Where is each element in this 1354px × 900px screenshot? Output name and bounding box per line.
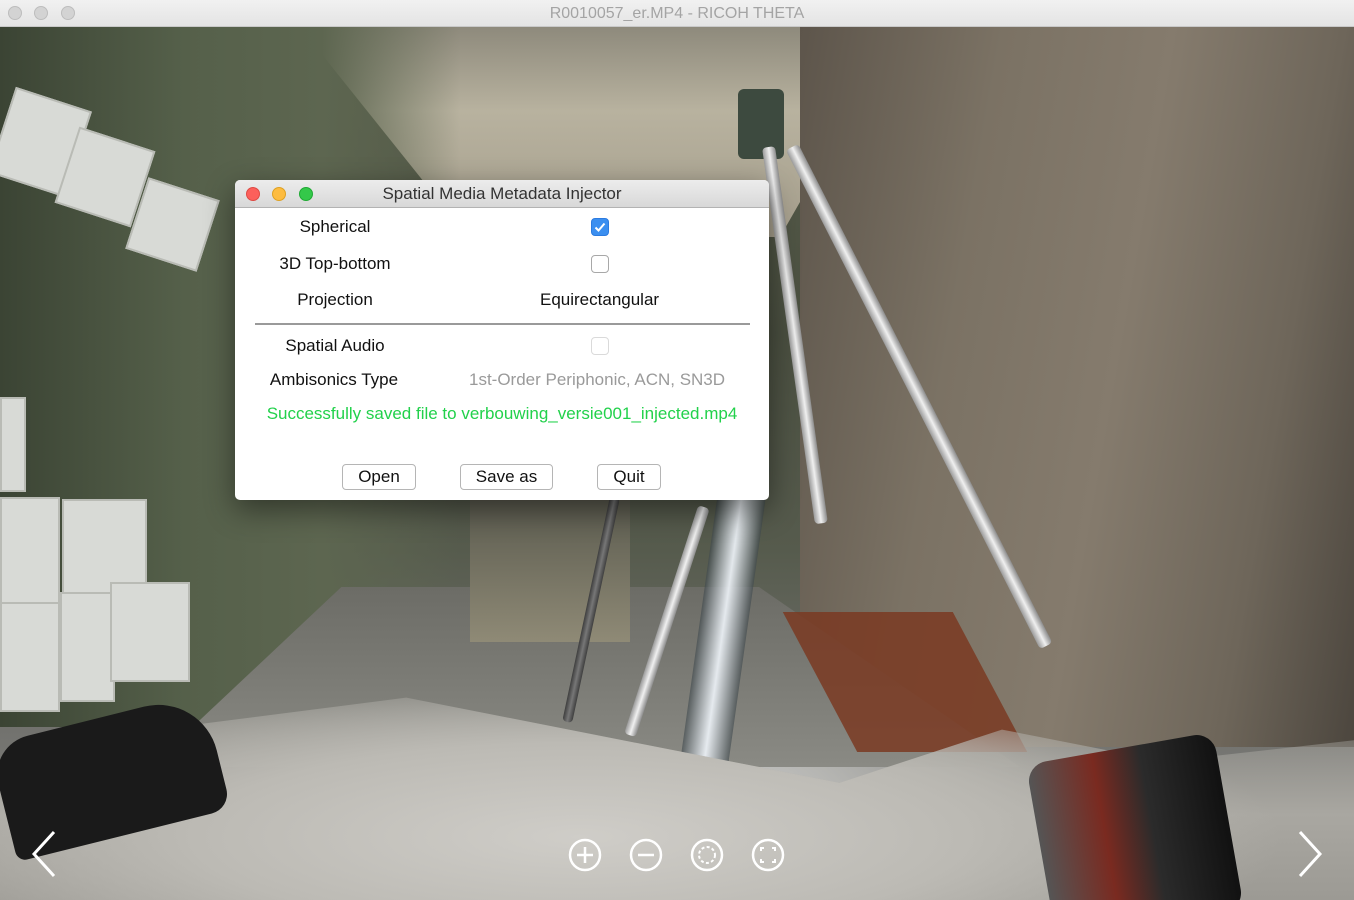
main-titlebar: R0010057_er.MP4 - RICOH THETA <box>0 0 1354 27</box>
spatial-audio-checkbox[interactable] <box>591 337 609 355</box>
main-window-title: R0010057_er.MP4 - RICOH THETA <box>549 5 805 22</box>
wall-tile <box>0 397 26 492</box>
status-message: Successfully saved file to verbouwing_ve… <box>266 404 738 423</box>
spatial-audio-label: Spatial Audio <box>285 336 385 355</box>
top-bottom-checkbox[interactable] <box>591 255 609 273</box>
dialog-titlebar: Spatial Media Metadata Injector <box>235 180 769 208</box>
projection-value: Equirectangular <box>540 290 660 309</box>
wall-tile <box>0 497 60 607</box>
dialog-title: Spatial Media Metadata Injector <box>382 184 622 203</box>
zoom-in-icon[interactable] <box>568 838 602 872</box>
spherical-checkbox[interactable] <box>591 218 609 236</box>
fullscreen-icon[interactable] <box>751 838 785 872</box>
zoom-out-icon[interactable] <box>629 838 663 872</box>
next-arrow-icon[interactable] <box>1292 828 1326 880</box>
quit-button[interactable]: Quit <box>597 464 661 490</box>
checkmark-icon <box>594 222 606 232</box>
spherical-label: Spherical <box>299 217 371 236</box>
wall-tile <box>110 582 190 682</box>
view-mode-icon[interactable] <box>690 838 724 872</box>
tripod-head <box>738 89 784 159</box>
open-button[interactable]: Open <box>342 464 416 490</box>
wall-tile <box>0 602 60 712</box>
save-as-button[interactable]: Save as <box>460 464 553 490</box>
section-divider <box>255 323 750 325</box>
metadata-injector-dialog: Spatial Media Metadata Injector Spherica… <box>235 180 769 500</box>
ambisonics-type-label: Ambisonics Type <box>269 370 399 389</box>
wall-tile <box>60 592 115 702</box>
projection-label: Projection <box>297 290 373 309</box>
ambisonics-type-value: 1st-Order Periphonic, ACN, SN3D <box>469 370 726 389</box>
top-bottom-label: 3D Top-bottom <box>279 254 391 273</box>
previous-arrow-icon[interactable] <box>28 828 62 880</box>
